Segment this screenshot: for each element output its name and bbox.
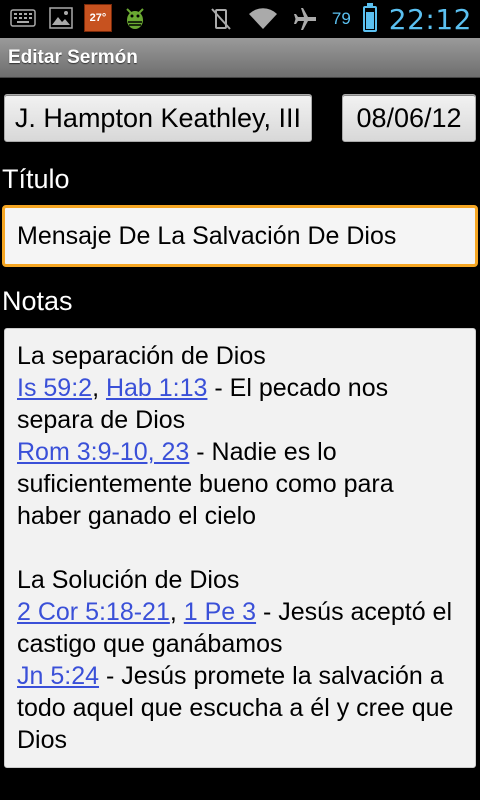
title-label: Título — [2, 164, 70, 194]
status-bar: 27° 79 22:12 — [0, 0, 480, 38]
system-status-icons: 79 22:12 — [206, 0, 472, 38]
android-bug-icon — [120, 4, 150, 32]
keyboard-icon — [8, 4, 38, 32]
wifi-icon — [248, 5, 278, 33]
scripture-link[interactable]: 2 Cor 5:18-21 — [17, 598, 170, 626]
title-input[interactable]: Mensaje De La Salvación De Dios — [2, 205, 478, 267]
author-button[interactable]: J. Hampton Keathley, III — [4, 94, 312, 142]
date-button[interactable]: 08/06/12 — [342, 94, 476, 142]
screen-title: Editar Sermón — [8, 47, 138, 68]
image-icon — [46, 4, 76, 32]
notes-label: Notas — [2, 286, 73, 316]
airplane-mode-icon — [290, 5, 320, 33]
scripture-link[interactable]: 1 Pe 3 — [184, 598, 256, 626]
scripture-link[interactable]: Hab 1:13 — [106, 374, 207, 402]
vibrate-mute-icon — [206, 5, 236, 33]
battery-percentage: 79 — [331, 9, 351, 28]
link-separator: , — [92, 374, 106, 402]
app-title-bar: Editar Sermón — [0, 38, 480, 78]
scripture-link[interactable]: Is 59:2 — [17, 374, 92, 402]
weather-temperature-badge: 27° — [84, 4, 112, 32]
notes-heading-separation: La separación de Dios — [17, 342, 266, 370]
battery-icon — [362, 3, 377, 32]
notes-textarea[interactable]: La separación de Dios Is 59:2, Hab 1:13 … — [4, 328, 476, 768]
scripture-link[interactable]: Jn 5:24 — [17, 662, 99, 690]
clock: 22:12 — [388, 2, 472, 36]
notes-line: Jn 5:24 - Jesús promete la salvación a t… — [17, 660, 463, 756]
notification-icons: 27° — [8, 4, 150, 32]
notes-heading-solution: La Solución de Dios — [17, 566, 240, 594]
notes-line: Is 59:2, Hab 1:13 - El pecado nos separa… — [17, 372, 463, 436]
notes-line: Rom 3:9-10, 23 - Nadie es lo suficientem… — [17, 436, 463, 532]
link-separator: , — [169, 598, 184, 626]
scripture-link[interactable]: Rom 3:9-10, 23 — [17, 438, 189, 466]
notes-line: 2 Cor 5:18-21, 1 Pe 3 - Jesús aceptó el … — [17, 596, 463, 660]
